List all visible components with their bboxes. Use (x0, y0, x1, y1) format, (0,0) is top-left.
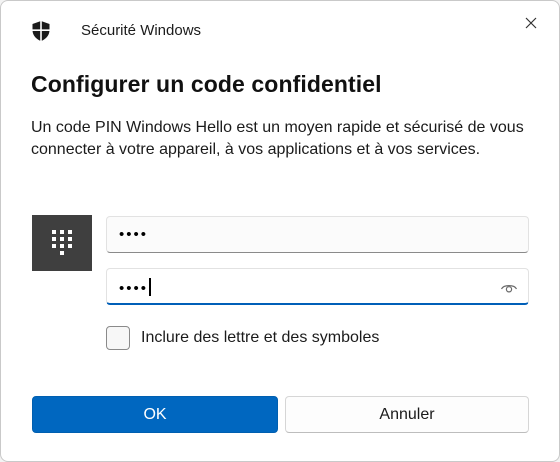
dialog-description: Un code PIN Windows Hello est un moyen r… (31, 119, 524, 158)
app-title: Sécurité Windows (81, 22, 202, 39)
windows-security-shield-icon (32, 21, 50, 41)
dialog-heading: Configurer un code confidentiel (31, 71, 382, 97)
ok-button[interactable]: OK (32, 396, 278, 433)
pin-tile (32, 215, 92, 271)
include-letters-checkbox[interactable] (106, 326, 130, 350)
title-bar: Sécurité Windows (1, 1, 559, 61)
confirm-pin-field[interactable]: •••• (106, 268, 529, 305)
new-pin-field[interactable]: •••• (106, 216, 529, 253)
confirm-pin-value-wrapper: •••• (119, 278, 151, 298)
close-button[interactable] (503, 1, 559, 45)
close-icon (525, 17, 537, 29)
pin-keypad-icon (52, 230, 72, 255)
confirm-pin-value: •••• (119, 280, 149, 297)
include-letters-option[interactable]: Inclure des lettre et des symboles (106, 326, 379, 350)
pin-setup-dialog: Sécurité Windows Configurer un code conf… (0, 0, 560, 462)
cancel-button[interactable]: Annuler (285, 396, 529, 433)
include-letters-label: Inclure des lettre et des symboles (141, 329, 380, 346)
new-pin-value: •••• (119, 226, 149, 243)
text-caret (149, 278, 151, 296)
eye-icon[interactable] (500, 280, 518, 294)
